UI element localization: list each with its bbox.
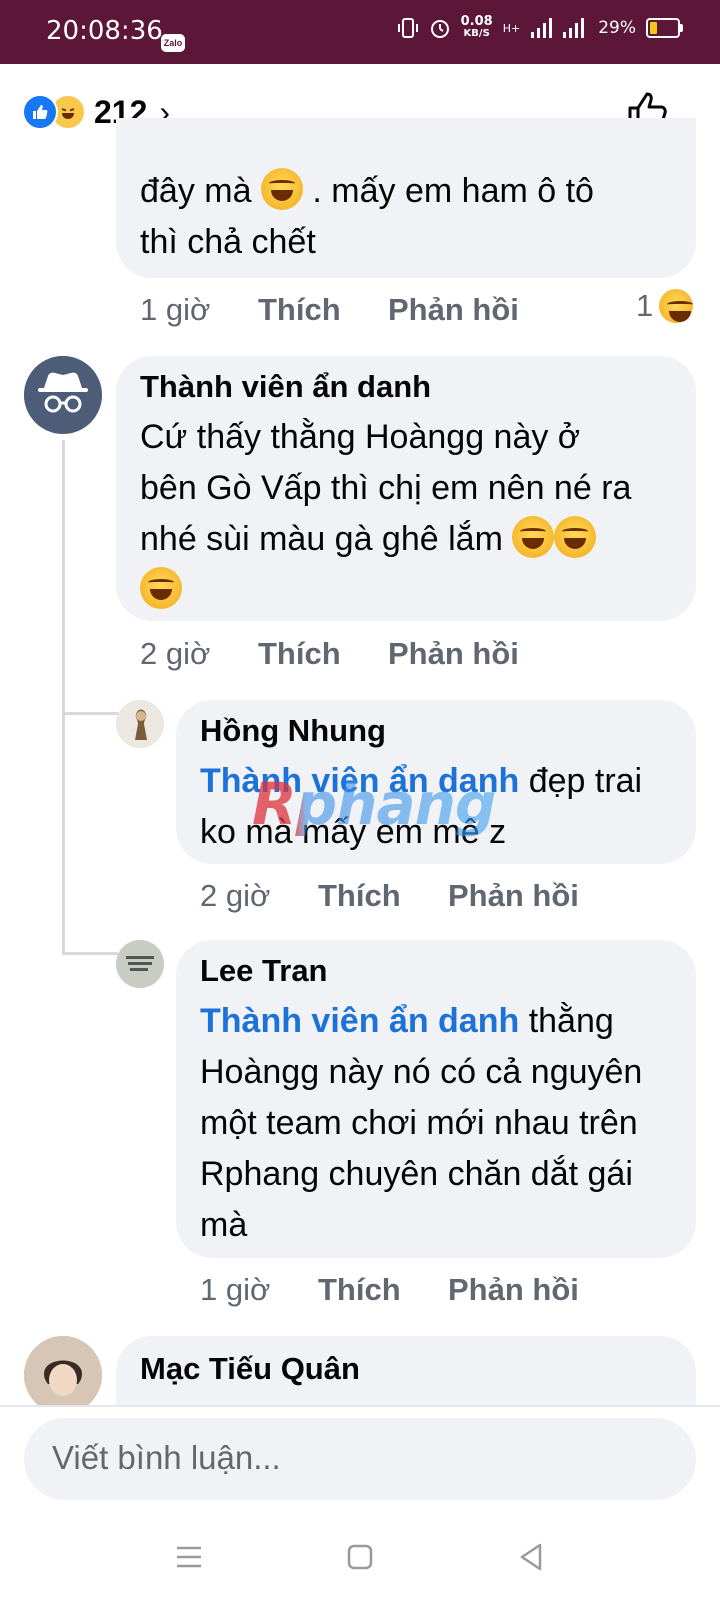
comment-actions: 1 giờ Thích Phản hồi xyxy=(140,292,519,328)
comment-text: Thành viên ẩn danh thằng Hoàngg này nó c… xyxy=(200,1002,643,1244)
rofl-emoji-icon xyxy=(260,168,303,210)
status-bar: 20:08:36 Zalo 0.08 KB/S H+ 29% xyxy=(0,0,720,64)
signal-icon-2 xyxy=(563,18,585,38)
battery-percent: 29% xyxy=(598,18,636,38)
reply-button[interactable]: Phản hồi xyxy=(388,292,519,328)
reply-bubble[interactable]: Lee Tran Thành viên ẩn danh thằng Hoàngg… xyxy=(176,940,696,1258)
home-nav-icon[interactable] xyxy=(343,1540,377,1574)
like-button[interactable]: Thích xyxy=(318,1272,448,1308)
thread-branch xyxy=(62,712,118,715)
avatar-image xyxy=(116,940,164,988)
reply-button[interactable]: Phản hồi xyxy=(448,1272,579,1308)
like-button[interactable]: Thích xyxy=(258,292,388,328)
like-button[interactable]: Thích xyxy=(258,636,388,672)
avatar-image xyxy=(116,700,164,748)
avatar-image xyxy=(24,1336,102,1405)
comment-actions: 2 giờ Thích Phản hồi xyxy=(140,636,519,672)
comment-time: 2 giờ xyxy=(140,636,211,671)
comment-author[interactable]: Thành viên ẩn danh xyxy=(140,366,685,408)
comment-bubble[interactable]: Thành viên ẩn danh Cứ thấy thằng Hoàngg … xyxy=(116,356,696,621)
comment-time: 1 giờ xyxy=(140,292,211,327)
comment-time: 2 giờ xyxy=(200,878,271,913)
comment-input-container[interactable] xyxy=(24,1418,696,1500)
thread-line-2 xyxy=(62,715,65,953)
rofl-emoji-icon xyxy=(140,567,182,609)
status-time: 20:08:36 xyxy=(46,16,163,46)
watermark-logo: Rphang xyxy=(252,770,496,838)
thread-branch-2 xyxy=(62,952,118,955)
comment-actions: 1 giờ Thích Phản hồi xyxy=(200,1272,579,1308)
comment-reaction-badge[interactable]: 1 xyxy=(636,288,694,324)
comment-author[interactable]: Lee Tran xyxy=(200,950,690,992)
reply-button[interactable]: Phản hồi xyxy=(388,636,519,672)
reply-button[interactable]: Phản hồi xyxy=(448,878,579,914)
status-icons: 0.08 KB/S H+ 29% xyxy=(397,14,683,40)
haha-icon xyxy=(659,289,694,323)
comment-time: 1 giờ xyxy=(200,1272,271,1307)
comment-text: Cứ thấy thằng Hoàngg này ở bên Gò Vấp th… xyxy=(140,412,685,616)
network-speed: 0.08 KB/S xyxy=(460,14,493,39)
rofl-emoji-icon xyxy=(554,516,597,558)
vibrate-icon xyxy=(397,18,418,38)
menu-nav-icon[interactable] xyxy=(172,1540,206,1574)
like-icon xyxy=(22,94,58,130)
comment-author[interactable]: Mạc Tiếu Quân xyxy=(140,1348,360,1390)
avatar-lee-tran[interactable] xyxy=(116,940,164,988)
reaction-count: 1 xyxy=(636,288,654,323)
avatar-anonymous[interactable] xyxy=(24,356,102,434)
network-type: H+ xyxy=(502,21,521,35)
avatar-mac-tieu-quan[interactable] xyxy=(24,1336,102,1405)
comment-clip: Mạc Tiếu Quân xyxy=(0,1330,720,1405)
comment-text: đây mà . mấy em ham ô tô thì chả chết xyxy=(140,166,680,268)
incognito-icon xyxy=(24,356,102,434)
comment-author[interactable]: Hồng Nhung xyxy=(200,710,690,752)
rofl-emoji-icon xyxy=(512,516,555,558)
comment-bubble[interactable]: đây mà . mấy em ham ô tô thì chả chết xyxy=(116,118,696,278)
mention-link[interactable]: Thành viên ẩn danh xyxy=(200,1002,519,1040)
like-button[interactable]: Thích xyxy=(318,878,448,914)
comment-input[interactable] xyxy=(50,1438,654,1478)
signal-icon xyxy=(531,18,553,38)
alarm-icon xyxy=(430,20,449,38)
comment-bubble[interactable]: Mạc Tiếu Quân xyxy=(116,1336,696,1405)
zalo-notification-icon: Zalo xyxy=(161,34,185,52)
comment-actions: 2 giờ Thích Phản hồi xyxy=(200,878,579,914)
back-nav-icon[interactable] xyxy=(514,1540,548,1574)
thread-line xyxy=(62,440,65,716)
avatar-hong-nhung[interactable] xyxy=(116,700,164,748)
battery-icon xyxy=(646,18,683,38)
divider xyxy=(0,1405,720,1407)
